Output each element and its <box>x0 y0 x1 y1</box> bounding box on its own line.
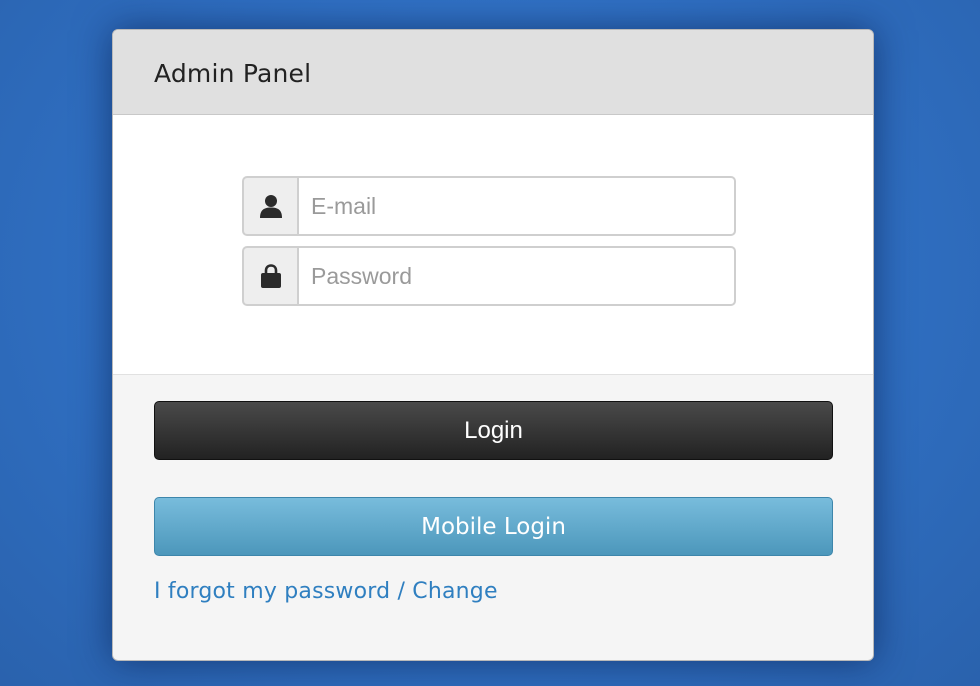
login-button-label: Login <box>464 416 523 444</box>
panel-header: Admin Panel <box>113 30 873 115</box>
forgot-password-link[interactable]: I forgot my password / Change <box>154 579 498 604</box>
email-input[interactable] <box>297 176 736 236</box>
user-icon <box>242 176 297 236</box>
panel-footer: Login Mobile Login I forgot my password … <box>113 375 873 660</box>
login-form <box>113 115 873 375</box>
mobile-login-button-label: Mobile Login <box>421 513 566 540</box>
lock-icon <box>242 246 297 306</box>
password-input[interactable] <box>297 246 736 306</box>
login-button[interactable]: Login <box>154 401 833 460</box>
mobile-login-button[interactable]: Mobile Login <box>154 497 833 556</box>
password-input-group <box>242 246 736 306</box>
page-title: Admin Panel <box>154 58 312 88</box>
email-input-group <box>242 176 736 236</box>
login-panel: Admin Panel Login <box>112 29 874 661</box>
